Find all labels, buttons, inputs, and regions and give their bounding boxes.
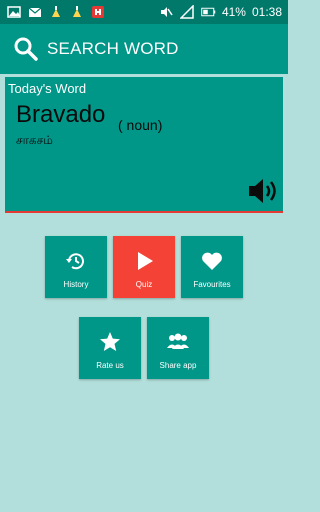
part-of-speech: ( noun) [118, 117, 163, 133]
group-icon [165, 329, 191, 355]
favourites-label: Favourites [193, 280, 231, 289]
signal-icon [180, 5, 195, 20]
status-bar: 41% 01:38 [0, 0, 288, 24]
favourites-button[interactable]: Favourites [181, 236, 243, 298]
heart-icon [199, 248, 225, 274]
cleaner-icon [48, 5, 63, 20]
quiz-label: Quiz [135, 280, 153, 289]
cleaner-icon [69, 5, 84, 20]
share-app-label: Share app [159, 361, 197, 370]
translation-text: சாகசம் [16, 133, 53, 147]
rate-us-label: Rate us [96, 361, 124, 370]
battery-icon [201, 5, 216, 20]
history-button[interactable]: History [45, 236, 107, 298]
quiz-button[interactable]: Quiz [113, 236, 175, 298]
app-bar[interactable]: SEARCH WORD [0, 24, 288, 74]
clock: 01:38 [251, 5, 282, 19]
rate-us-button[interactable]: Rate us [79, 317, 141, 379]
app-icon [90, 5, 105, 20]
mute-icon [159, 5, 174, 20]
star-icon [97, 329, 123, 355]
todays-word-card: Today's Word Bravado ( noun) சாகசம் [5, 77, 283, 213]
mail-icon [27, 5, 42, 20]
todays-word-label: Today's Word [8, 81, 87, 96]
image-icon [6, 5, 21, 20]
battery-percent: 41% [221, 5, 246, 19]
history-label: History [63, 280, 89, 289]
share-app-button[interactable]: Share app [147, 317, 209, 379]
play-icon [131, 248, 157, 274]
history-icon [63, 248, 89, 274]
search-icon[interactable] [13, 36, 39, 62]
word-text: Bravado [16, 101, 106, 128]
search-word-title[interactable]: SEARCH WORD [47, 39, 179, 59]
speaker-icon[interactable] [247, 176, 281, 206]
